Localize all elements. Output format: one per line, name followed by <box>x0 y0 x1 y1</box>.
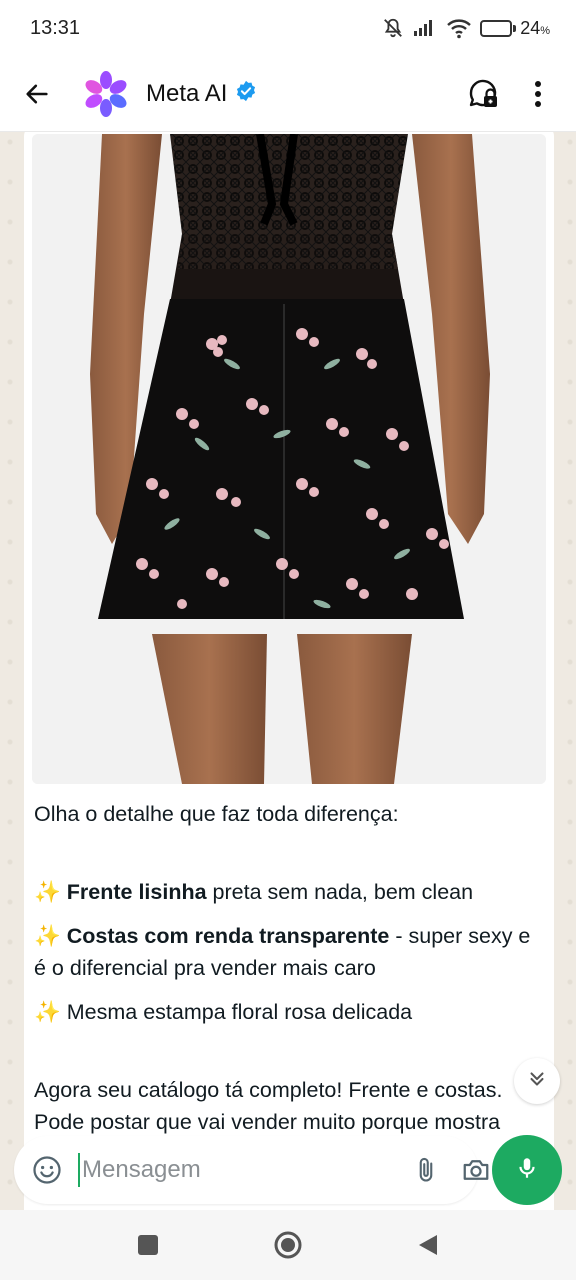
composer <box>0 1130 576 1210</box>
status-icons: 24% <box>382 17 550 39</box>
status-time: 13:31 <box>30 16 81 39</box>
message-intro: Olha o detalhe que faz toda diferença: <box>34 802 399 826</box>
contact-title[interactable]: Meta AI <box>146 80 450 108</box>
back-arrow-icon[interactable] <box>20 77 54 111</box>
list-item: ✨ Mesma estampa floral rosa delicada <box>34 1000 413 1024</box>
chat-area[interactable]: Olha o detalhe que faz toda diferença: ✨… <box>0 132 576 1210</box>
message-text: Olha o detalhe que faz toda diferença: ✨… <box>32 784 546 1138</box>
message-bubble: Olha o detalhe que faz toda diferença: ✨… <box>24 132 554 1210</box>
system-navbar <box>0 1210 576 1280</box>
mic-icon <box>514 1153 540 1188</box>
double-chevron-down-icon <box>526 1068 548 1095</box>
message-input[interactable] <box>78 1153 392 1187</box>
home-icon[interactable] <box>268 1225 308 1265</box>
contact-name: Meta AI <box>146 79 228 107</box>
more-vertical-icon[interactable] <box>518 74 558 114</box>
mic-button[interactable] <box>492 1135 562 1205</box>
message-input-pill <box>14 1136 489 1204</box>
chat-header: Meta AI <box>0 56 576 132</box>
wifi-icon <box>446 17 472 39</box>
recents-icon[interactable] <box>128 1225 168 1265</box>
list-item: ✨ Frente lisinha preta sem nada, bem cle… <box>34 880 474 904</box>
battery-icon: 24% <box>480 18 550 39</box>
camera-icon[interactable] <box>460 1152 492 1188</box>
attach-icon[interactable] <box>412 1152 440 1188</box>
scroll-to-bottom-button[interactable] <box>514 1058 560 1104</box>
battery-percent: 24% <box>520 17 550 38</box>
dress-photo[interactable] <box>32 134 546 784</box>
emoji-icon[interactable] <box>32 1154 62 1186</box>
status-bar: 13:31 24% <box>0 0 576 56</box>
signal-icon <box>412 18 438 38</box>
back-icon[interactable] <box>408 1225 448 1265</box>
message-closing-1: Agora seu catálogo tá completo! Frente e… <box>34 1078 503 1102</box>
list-item: ✨ Costas com renda transparente - super … <box>34 924 531 980</box>
mute-bell-icon <box>382 17 404 39</box>
meta-ai-logo[interactable] <box>80 68 132 120</box>
verified-icon <box>235 80 257 107</box>
lock-chat-icon[interactable] <box>464 74 504 114</box>
